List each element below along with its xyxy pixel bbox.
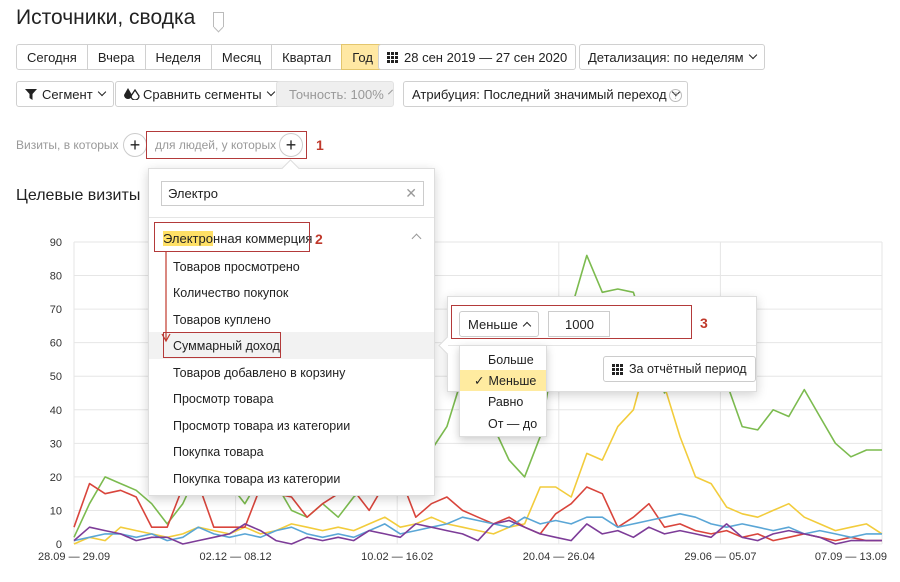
compare-drops-icon xyxy=(124,88,140,100)
y-tick-label: 10 xyxy=(50,505,62,517)
operator-options-list: Больше ✓ Меньше Равно От — до xyxy=(459,345,547,437)
check-icon: ✓ xyxy=(474,374,485,388)
metric-item[interactable]: Товаров добавлено в корзину xyxy=(173,366,345,380)
annotation-number-2: 2 xyxy=(315,231,323,247)
detail-label: Детализация: по неделям xyxy=(588,49,744,65)
y-tick-label: 80 xyxy=(50,271,62,283)
collapse-group-icon[interactable] xyxy=(411,233,422,244)
period-quarter-button[interactable]: Квартал xyxy=(271,44,343,70)
y-tick-label: 40 xyxy=(50,405,62,417)
x-tick-label: 28.09 — 29.09 xyxy=(38,551,110,563)
x-tick-label: 20.04 — 26.04 xyxy=(523,551,595,563)
x-tick-label: 10.02 — 16.02 xyxy=(361,551,433,563)
annotation-box-1 xyxy=(146,131,307,159)
metric-item[interactable]: Просмотр товара xyxy=(173,392,273,406)
metric-item[interactable]: Количество покупок xyxy=(173,286,288,300)
date-range-label: 28 сен 2019 — 27 сен 2020 xyxy=(404,49,568,65)
chevron-down-icon xyxy=(97,87,106,97)
y-tick-label: 50 xyxy=(50,371,62,383)
y-tick-label: 70 xyxy=(50,304,62,316)
operator-option[interactable]: От — до xyxy=(460,413,546,434)
y-tick-label: 0 xyxy=(56,539,62,551)
operator-option-selected[interactable]: ✓ Меньше xyxy=(460,370,546,391)
accuracy-label: Точность: 100% xyxy=(289,86,384,102)
operator-option[interactable]: Больше xyxy=(460,349,546,370)
attribution-label: Атрибуция: Последний значимый переход xyxy=(412,86,667,102)
filter-icon xyxy=(25,88,37,100)
operator-option[interactable]: Равно xyxy=(460,391,546,412)
y-tick-label: 30 xyxy=(50,438,62,450)
period-button[interactable]: За отчётный период xyxy=(603,356,756,382)
period-today-button[interactable]: Сегодня xyxy=(16,44,88,70)
annotation-box-3 xyxy=(451,305,692,339)
x-tick-label: 29.06 — 05.07 xyxy=(684,551,756,563)
operator-option-label: Меньше xyxy=(488,373,537,388)
series-line xyxy=(73,519,882,545)
x-tick-label: 02.12 — 08.12 xyxy=(200,551,272,563)
chevron-down-icon xyxy=(387,89,393,95)
period-month-button[interactable]: Месяц xyxy=(210,44,273,70)
y-tick-label: 60 xyxy=(50,338,62,350)
metric-item[interactable]: Товаров куплено xyxy=(173,313,271,327)
chart-title: Целевые визиты xyxy=(16,187,141,204)
date-range-button[interactable]: 28 сен 2019 — 27 сен 2020 xyxy=(378,44,577,70)
segment-button[interactable]: Сегмент xyxy=(16,81,114,107)
chevron-down-icon xyxy=(748,50,757,60)
metric-item[interactable]: Покупка товара xyxy=(173,445,264,459)
period-button-label: За отчётный период xyxy=(629,362,747,376)
add-visit-condition-button[interactable]: + xyxy=(123,133,147,157)
calendar-grid-icon xyxy=(387,51,398,63)
metric-item[interactable]: Просмотр товара из категории xyxy=(173,419,350,433)
goal-visits-chart: 0 10 20 30 40 50 60 70 80 90 28.09 — 29.09 02.12 — … xyxy=(38,237,887,563)
accuracy-dropdown[interactable]: Точность: 100% xyxy=(276,81,394,107)
detail-dropdown[interactable]: Детализация: по неделям xyxy=(579,44,765,70)
bookmark-icon[interactable] xyxy=(213,12,224,27)
segment-label: Сегмент xyxy=(42,86,93,102)
metric-item[interactable]: Товаров просмотрено xyxy=(173,260,300,274)
metric-item[interactable]: Покупка товара из категории xyxy=(173,472,340,486)
y-tick-label: 20 xyxy=(50,472,62,484)
period-week-button[interactable]: Неделя xyxy=(144,44,212,70)
metric-search-input[interactable]: Электро ✕ xyxy=(161,181,424,206)
period-yesterday-button[interactable]: Вчера xyxy=(86,44,146,70)
chevron-down-icon xyxy=(266,87,275,97)
compare-segments-button[interactable]: Сравнить сегменты xyxy=(115,81,283,107)
annotation-number-1: 1 xyxy=(316,137,324,153)
page-title: Источники, сводка xyxy=(16,6,196,29)
annotation-box-selected xyxy=(163,332,281,358)
attribution-dropdown[interactable]: Атрибуция: Последний значимый переход xyxy=(403,81,688,107)
dropdown-divider xyxy=(149,217,434,218)
clear-search-icon[interactable]: ✕ xyxy=(405,185,417,202)
y-tick-label: 90 xyxy=(50,237,62,249)
period-selector: Сегодня Вчера Неделя Месяц Квартал Год xyxy=(16,44,384,70)
annotation-box-2 xyxy=(154,222,310,252)
calendar-grid-icon xyxy=(612,363,623,375)
compare-label: Сравнить сегменты xyxy=(143,86,262,102)
x-tick-label: 07.09 — 13.09 xyxy=(815,551,887,563)
metric-search-value: Электро xyxy=(168,186,218,201)
help-icon[interactable]: ? xyxy=(669,89,682,102)
annotation-number-3: 3 xyxy=(700,315,708,331)
visits-condition-label: Визиты, в которых xyxy=(16,138,119,152)
